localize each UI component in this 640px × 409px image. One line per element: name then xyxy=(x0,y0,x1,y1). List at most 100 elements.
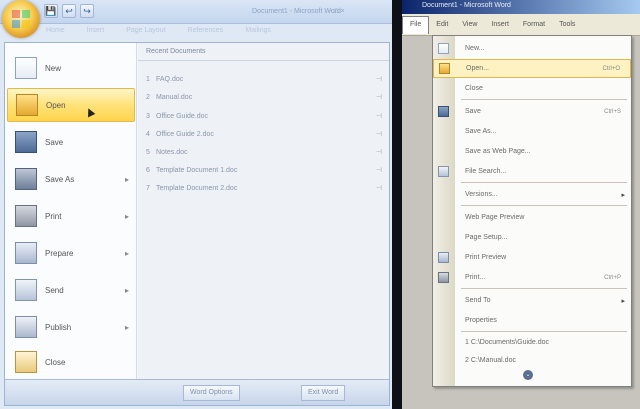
print-icon xyxy=(438,272,449,283)
recent-file-item[interactable]: 2 C:\Manual.doc xyxy=(433,351,631,370)
file-menu-label: Page Setup... xyxy=(465,234,508,241)
office-2007-window: 💾 ↩ ↪ Document1 - Microsoft Word - □ × H… xyxy=(0,0,392,409)
recent-number: 1 xyxy=(146,75,150,83)
file-menu-item[interactable]: Save As... xyxy=(433,122,631,141)
file-menu-item[interactable]: Print... Ctrl+P xyxy=(433,268,631,287)
qat-undo-icon[interactable]: ↩ xyxy=(62,4,76,18)
menu-insert[interactable]: Insert xyxy=(484,21,516,28)
exit-button[interactable]: Exit Word xyxy=(301,385,346,401)
file-menu-label: Save as Web Page... xyxy=(465,148,531,155)
options-button[interactable]: Word Options xyxy=(183,385,240,401)
pin-icon[interactable]: ⊣ xyxy=(376,130,382,138)
save-icon xyxy=(438,106,449,117)
file-menu-item[interactable]: Send To ▸ xyxy=(433,291,631,310)
recent-number: 4 xyxy=(146,130,150,138)
printer-icon xyxy=(15,205,37,227)
window-controls[interactable]: - □ × xyxy=(330,8,345,15)
menu-format[interactable]: Format xyxy=(516,21,552,28)
new-document-icon xyxy=(15,57,37,79)
new-icon xyxy=(438,43,449,54)
recent-name: Notes.doc xyxy=(156,148,188,156)
office-button[interactable] xyxy=(2,0,40,38)
menu-item-label: Save As xyxy=(45,174,75,184)
file-menu-label: Open... xyxy=(466,65,489,72)
pin-icon[interactable]: ⊣ xyxy=(376,112,382,120)
file-menu-item[interactable]: Properties xyxy=(433,311,631,330)
pin-icon[interactable]: ⊣ xyxy=(376,75,382,83)
office-logo-icon xyxy=(12,10,30,28)
submenu-arrow-icon: ▸ xyxy=(124,211,129,221)
menu-item-prepare[interactable]: Prepare ▸ xyxy=(7,236,135,270)
pin-icon[interactable]: ⊣ xyxy=(376,93,382,101)
qat-save-icon[interactable]: 💾 xyxy=(44,4,58,18)
file-menu-item[interactable]: Print Preview xyxy=(433,248,631,267)
menu-item-new[interactable]: New xyxy=(7,51,135,85)
recent-name: Template Document 1.doc xyxy=(156,166,238,174)
recent-document[interactable]: 6 Template Document 1.doc ⊣ xyxy=(146,164,382,176)
pin-icon[interactable]: ⊣ xyxy=(376,166,382,174)
menu-view[interactable]: View xyxy=(455,21,484,28)
file-menu-item[interactable]: Versions... ▸ xyxy=(433,185,631,204)
file-menu-label: Print Preview xyxy=(465,254,507,261)
menu-item-print[interactable]: Print ▸ xyxy=(7,199,135,233)
file-menu-item[interactable]: Page Setup... xyxy=(433,228,631,247)
qat-redo-icon[interactable]: ↪ xyxy=(80,4,94,18)
file-menu-item[interactable]: Close xyxy=(433,79,631,98)
file-dropdown-menu: New... Open... Ctrl+O Close Save Ctrl+S … xyxy=(432,35,632,387)
menu-item-label: Close xyxy=(45,357,66,367)
menu-item-send[interactable]: Send ▸ xyxy=(7,273,135,307)
file-menu-item[interactable]: File Search... xyxy=(433,162,631,181)
menu-item-close[interactable]: Close xyxy=(7,345,135,379)
recent-document[interactable]: 2 Manual.doc ⊣ xyxy=(146,91,382,103)
recent-file-item[interactable]: 1 C:\Documents\Guide.doc xyxy=(433,333,631,352)
send-icon xyxy=(15,279,37,301)
menu-item-label: Prepare xyxy=(45,248,74,258)
tab-mailings[interactable]: Mailings xyxy=(239,24,277,38)
file-menu-item[interactable]: Save Ctrl+S xyxy=(433,102,631,121)
shortcut-text: Ctrl+O xyxy=(602,65,620,72)
classic-title-bar: Document1 - Microsoft Word xyxy=(402,0,640,14)
close-document-icon xyxy=(15,351,37,373)
panel-divider xyxy=(392,0,402,409)
menu-separator xyxy=(461,331,627,332)
file-menu-item[interactable]: New... xyxy=(433,39,631,58)
recent-number: 7 xyxy=(146,184,150,192)
window-title: Document1 - Microsoft Word xyxy=(252,8,341,15)
recent-number: 3 xyxy=(146,112,150,120)
recent-document[interactable]: 4 Office Guide 2.doc ⊣ xyxy=(146,128,382,140)
menu-edit[interactable]: Edit xyxy=(429,21,455,28)
file-menu-item[interactable]: Save as Web Page... xyxy=(433,142,631,161)
recent-documents-header: Recent Documents xyxy=(138,43,389,61)
recent-document[interactable]: 3 Office Guide.doc ⊣ xyxy=(146,110,382,122)
menu-separator xyxy=(461,182,627,183)
open-icon xyxy=(439,63,450,74)
menu-item-publish[interactable]: Publish ▸ xyxy=(7,310,135,344)
menu-item-open[interactable]: Open xyxy=(7,88,135,122)
file-menu-item[interactable]: Open... Ctrl+O xyxy=(433,59,631,78)
menu-item-save-as[interactable]: Save As ▸ xyxy=(7,162,135,196)
recent-name: Office Guide 2.doc xyxy=(156,130,214,138)
menu-separator xyxy=(461,288,627,289)
file-menu-label: Send To xyxy=(465,297,491,304)
expand-menu-chevron-icon[interactable]: ⌄ xyxy=(523,370,533,380)
tab-home[interactable]: Home xyxy=(40,24,71,38)
search-icon xyxy=(438,166,449,177)
file-menu-label: Save xyxy=(465,108,481,115)
menu-tools[interactable]: Tools xyxy=(552,21,582,28)
submenu-arrow-icon: ▸ xyxy=(124,248,129,258)
menu-item-label: Open xyxy=(46,100,66,110)
recent-number: 6 xyxy=(146,166,150,174)
recent-document[interactable]: 1 FAQ.doc ⊣ xyxy=(146,73,382,85)
recent-document[interactable]: 5 Notes.doc ⊣ xyxy=(146,146,382,158)
pin-icon[interactable]: ⊣ xyxy=(376,184,382,192)
office-menu-footer: Word Options Exit Word xyxy=(5,379,389,405)
menu-item-save[interactable]: Save xyxy=(7,125,135,159)
tab-references[interactable]: References xyxy=(182,24,230,38)
tab-page-layout[interactable]: Page Layout xyxy=(120,24,171,38)
tab-insert[interactable]: Insert xyxy=(81,24,111,38)
pin-icon[interactable]: ⊣ xyxy=(376,148,382,156)
file-menu-item[interactable]: Web Page Preview xyxy=(433,208,631,227)
menu-file[interactable]: File xyxy=(402,15,430,34)
recent-name: FAQ.doc xyxy=(156,75,184,83)
recent-document[interactable]: 7 Template Document 2.doc ⊣ xyxy=(146,182,382,194)
